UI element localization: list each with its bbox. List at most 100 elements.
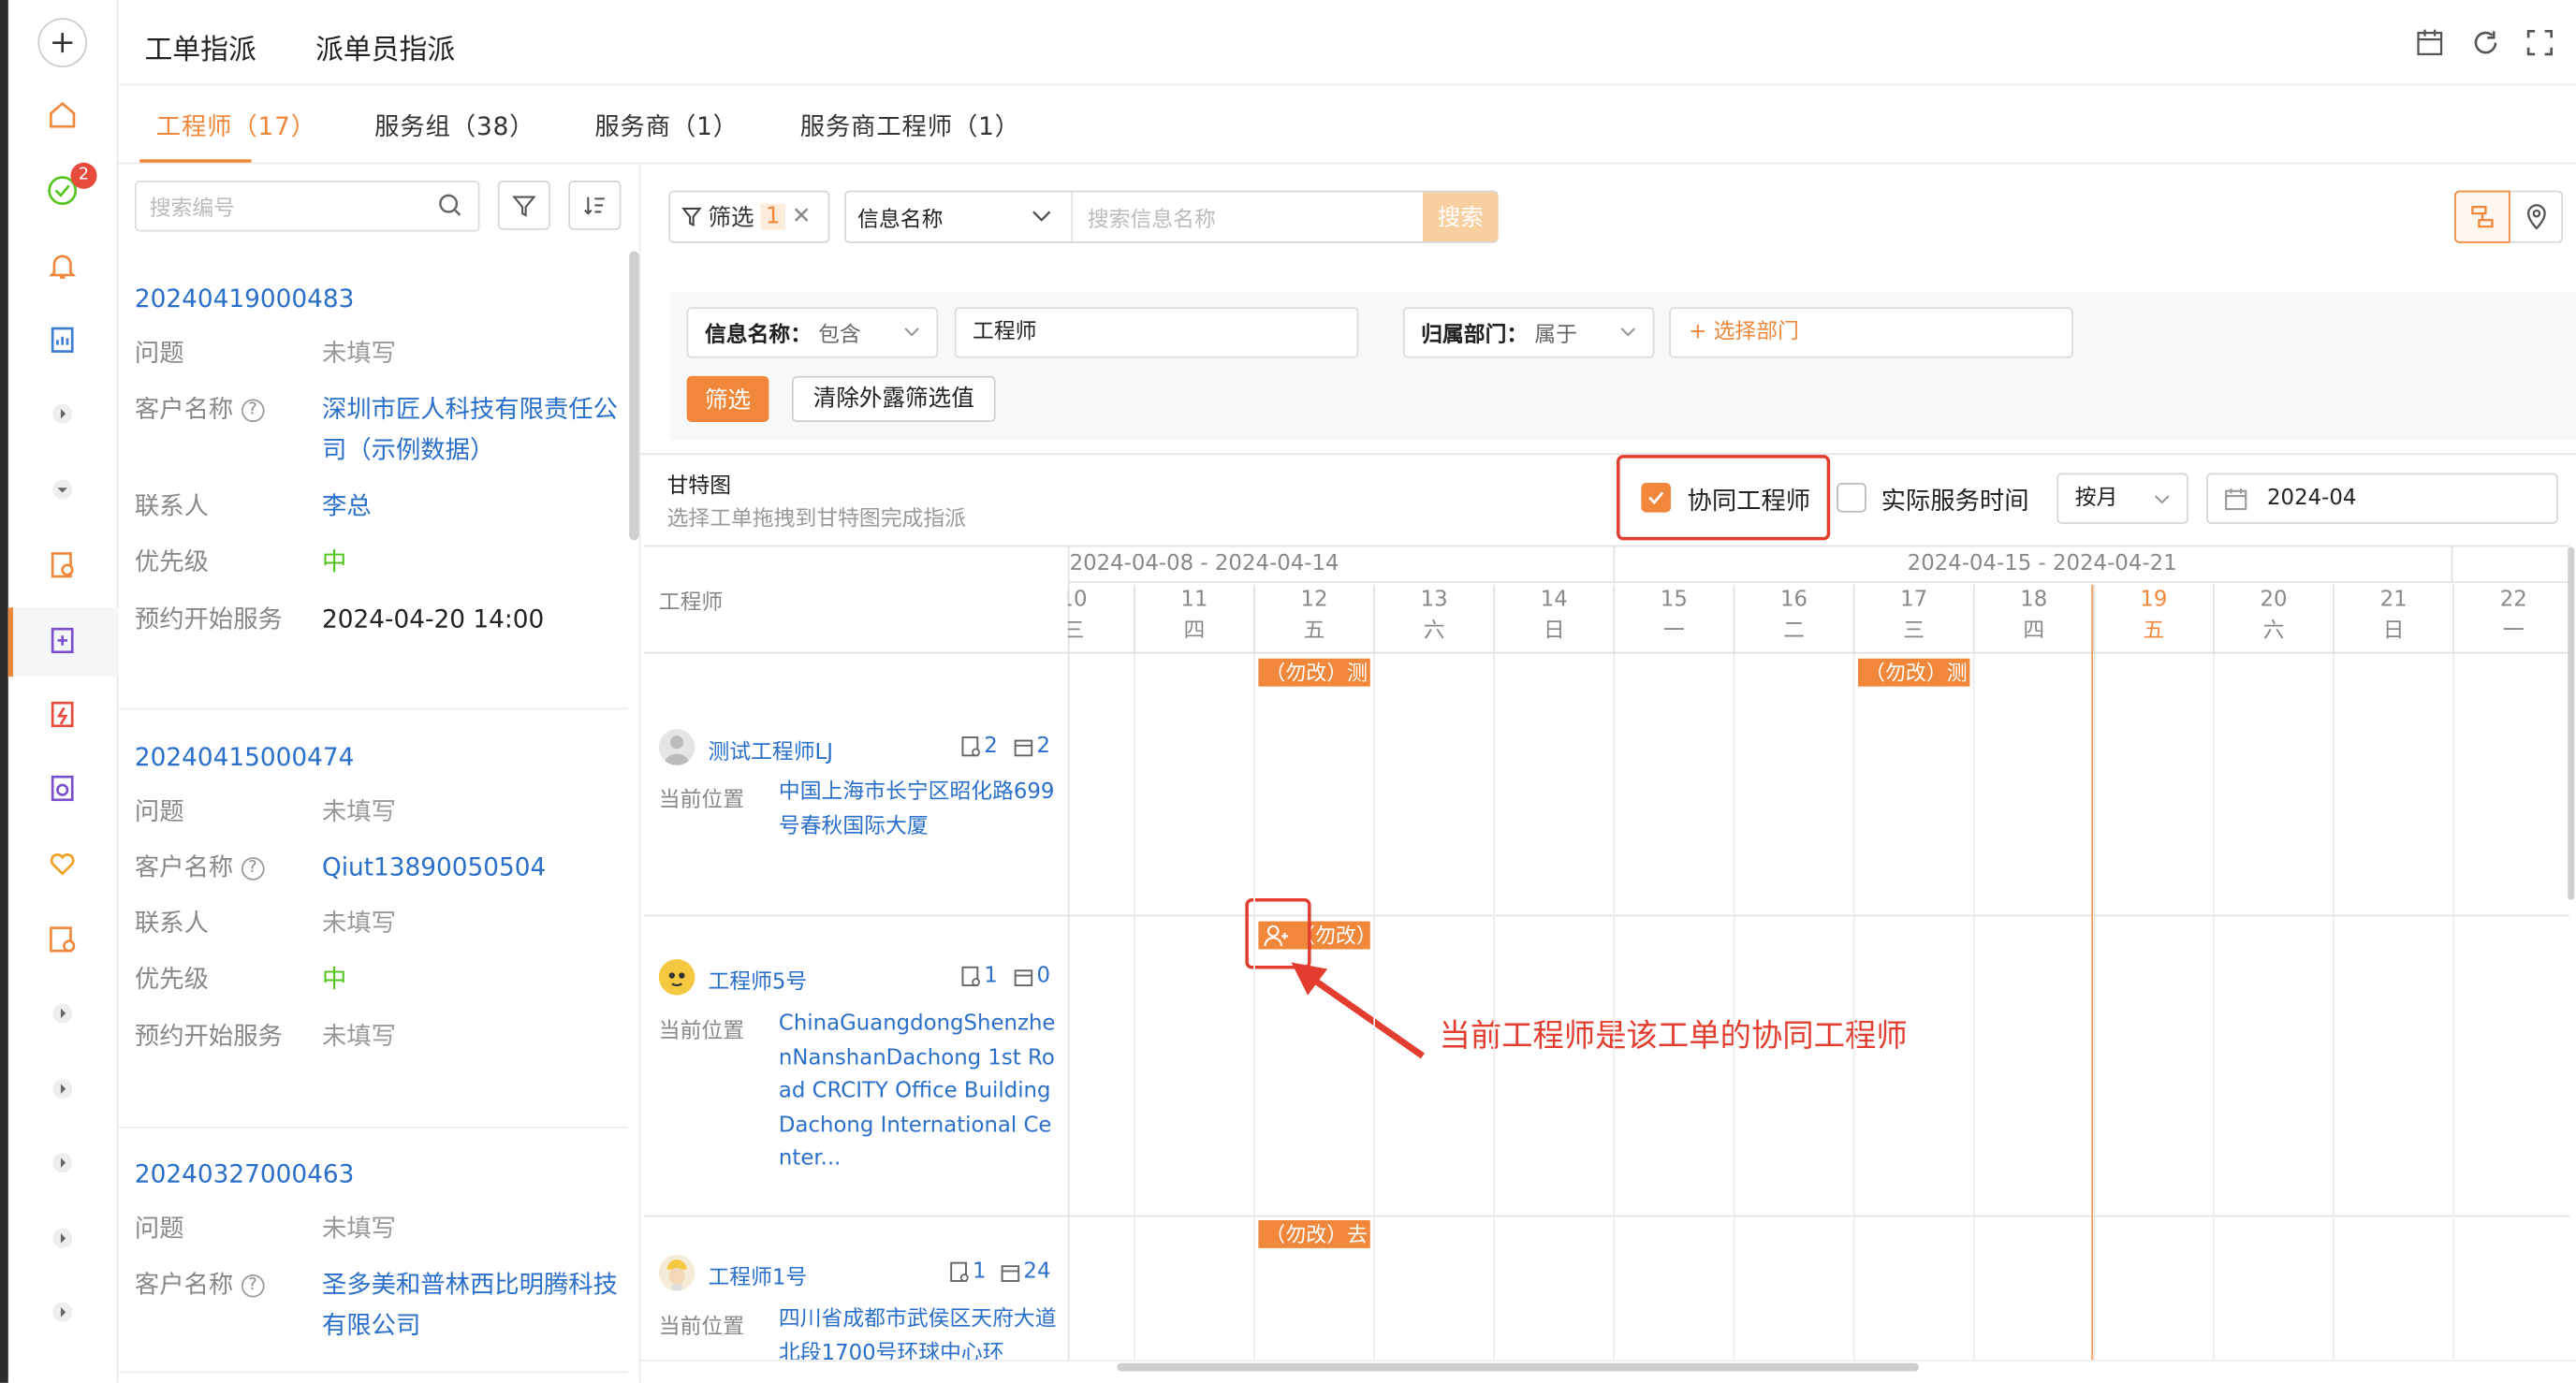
map-pin-icon[interactable] — [2510, 190, 2563, 243]
clear-filters-button[interactable]: 清除外露筛选值 — [791, 375, 996, 423]
row-border — [643, 1215, 2569, 1217]
fullscreen-icon[interactable] — [2525, 28, 2555, 58]
avatar — [658, 1254, 695, 1291]
clear-filter-icon[interactable]: ✕ — [792, 204, 812, 230]
search-button[interactable]: 搜索 — [1422, 192, 1499, 241]
sort-icon — [583, 194, 607, 217]
card-divider — [118, 707, 628, 710]
week-row-border — [1067, 581, 2569, 584]
expand-arrow-icon[interactable] — [39, 1216, 85, 1261]
day-column-header: 13 六 — [1373, 584, 1493, 654]
engineer-name[interactable]: 测试工程师LJ — [708, 735, 833, 765]
schedule-icon[interactable] — [39, 765, 85, 811]
tab-providers[interactable]: 服务商（1） — [594, 109, 739, 143]
day-number: 12 — [1300, 588, 1328, 613]
order-count: 1 — [961, 964, 998, 989]
customer-name[interactable]: 深圳市匠人科技有限责任公司（示例数据） — [322, 389, 618, 472]
order-bar[interactable]: （勿改）测 — [1258, 658, 1370, 687]
priority-value: 中 — [321, 964, 347, 994]
actual-time-checkbox[interactable] — [1837, 482, 1866, 513]
contact-name[interactable]: 李总 — [322, 487, 372, 528]
order-number[interactable]: 20240415000474 — [135, 742, 354, 772]
field-select[interactable]: 信息名称 — [857, 202, 943, 233]
tab-dispatcher[interactable]: 派单员指派 — [315, 26, 455, 67]
day-number: 11 — [1180, 588, 1208, 613]
field-label: 客户名称 ? — [135, 389, 265, 430]
expand-arrow-icon[interactable] — [39, 391, 85, 437]
filter-chip[interactable]: 筛选 1 ✕ — [668, 190, 830, 243]
week-separator — [2451, 546, 2453, 584]
sort-button[interactable] — [568, 181, 622, 230]
engineer-name[interactable]: 工程师1号 — [708, 1259, 807, 1290]
report-icon[interactable] — [39, 317, 85, 363]
day-column-header: 22 一 — [2452, 584, 2572, 654]
weekday: 五 — [1303, 619, 1325, 644]
filter-department[interactable]: 归属部门： 属于 — [1402, 307, 1655, 358]
urgent-icon[interactable] — [39, 692, 85, 737]
field-label: 客户名称 ? — [135, 1264, 265, 1305]
tab-provider-engineers[interactable]: 服务商工程师（1） — [800, 109, 1020, 143]
chevron-down-icon[interactable] — [1030, 204, 1053, 227]
calendar-icon[interactable] — [2415, 28, 2445, 58]
select-department-button[interactable]: + 选择部门 — [1669, 307, 2073, 358]
billing-icon[interactable] — [39, 916, 85, 962]
period-select[interactable]: 按月 — [2056, 473, 2188, 524]
day-gridline — [1134, 653, 1135, 1361]
expand-arrow-icon[interactable] — [39, 1140, 85, 1186]
bell-icon[interactable] — [39, 243, 85, 289]
customer-name[interactable]: Qiut13890050504 — [322, 848, 546, 889]
field-value: 未填写 — [321, 338, 397, 369]
list-scrollbar[interactable] — [629, 251, 639, 541]
customer-name[interactable]: 圣多美和普林西比明腾科技有限公司 — [322, 1264, 618, 1347]
day-number: 18 — [2020, 588, 2048, 613]
info-search-input[interactable]: 搜索信息名称 — [1088, 202, 1216, 233]
gantt-view-icon[interactable] — [2454, 190, 2510, 243]
appointment-time: 2024-04-20 14:00 — [321, 604, 545, 634]
calendar-icon — [1001, 1262, 1020, 1282]
actual-time-label[interactable]: 实际服务时间 — [1881, 483, 2029, 517]
filter-button[interactable] — [497, 181, 550, 230]
expand-arrow-icon[interactable] — [39, 990, 85, 1036]
field-label: 联系人 — [134, 490, 209, 521]
field-label: 优先级 — [134, 964, 209, 994]
filter-count: 1 — [760, 203, 785, 230]
order-search-input[interactable]: 搜索编号 — [134, 181, 480, 232]
order-number[interactable]: 20240419000483 — [135, 284, 354, 314]
avatar — [658, 958, 695, 996]
card-divider — [118, 1126, 628, 1128]
field-label: 预约开始服务 — [134, 604, 283, 634]
settings-doc-icon[interactable] — [39, 542, 85, 588]
filter-icon — [681, 205, 702, 228]
engineer-address: ChinaGuangdongShenzhenNanshanDachong 1st… — [778, 1012, 1056, 1172]
active-tab-indicator — [139, 159, 252, 163]
separator — [1071, 192, 1074, 241]
month-picker[interactable]: 2024-04 — [2206, 473, 2558, 524]
expand-arrow-icon[interactable] — [39, 1289, 85, 1335]
help-icon: ? — [241, 856, 265, 880]
h-scrollbar[interactable] — [1117, 1362, 1919, 1372]
notification-badge: 2 — [70, 162, 97, 189]
expand-arrow-icon[interactable] — [39, 1066, 85, 1112]
field-label: 问题 — [134, 1214, 184, 1244]
apply-filter-button[interactable]: 筛选 — [686, 375, 769, 423]
refresh-icon[interactable] — [2471, 28, 2501, 58]
tab-engineers[interactable]: 工程师（17） — [156, 109, 316, 143]
filter-info-value[interactable]: 工程师 — [954, 307, 1359, 358]
filter-info-name[interactable]: 信息名称： 包含 — [686, 307, 939, 358]
engineer-name[interactable]: 工程师5号 — [708, 964, 807, 995]
event-count: 24 — [1001, 1259, 1050, 1284]
home-icon[interactable] — [39, 92, 85, 138]
collapse-arrow-icon[interactable] — [39, 466, 85, 512]
feedback-icon[interactable] — [39, 841, 85, 887]
search-icon[interactable] — [437, 192, 463, 218]
order-bar[interactable]: （勿改）去 — [1258, 1220, 1370, 1248]
engineer-address: 中国上海市长宁区昭化路699号春秋国际大厦 — [778, 779, 1055, 838]
tab-service-groups[interactable]: 服务组（38） — [374, 109, 534, 143]
day-gridline — [1852, 653, 1855, 1361]
order-bar[interactable]: （勿改）测 — [1858, 658, 1970, 687]
location-label: 当前位置 — [658, 1019, 745, 1045]
add-icon[interactable] — [37, 18, 88, 67]
dispatch-icon[interactable] — [39, 618, 85, 663]
tab-dispatch[interactable]: 工单指派 — [144, 26, 256, 67]
order-number[interactable]: 20240327000463 — [135, 1159, 354, 1189]
